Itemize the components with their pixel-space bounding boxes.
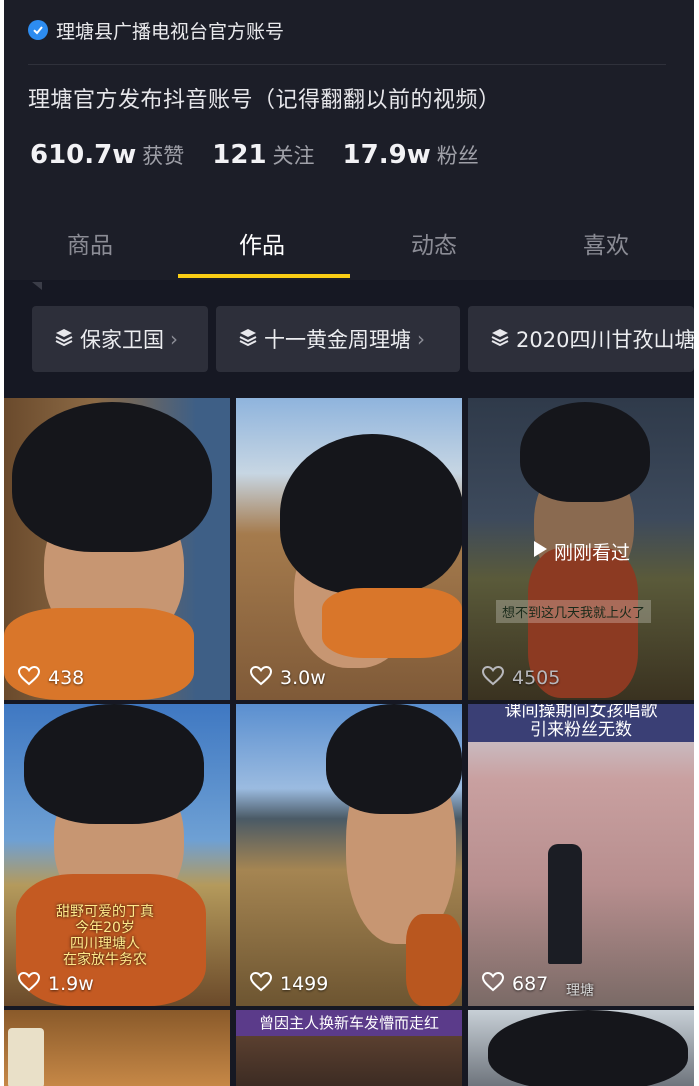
account-name-row: 理塘县广播电视台官方账号 [28, 16, 284, 44]
stat-following-count: 121 [212, 140, 267, 170]
layers-icon [54, 327, 74, 351]
like-counter: 438 [17, 665, 85, 690]
video-tile[interactable]: 3.0w [236, 398, 462, 700]
thumbnail-figure [280, 434, 462, 594]
like-counter: 3.0w [249, 665, 326, 690]
collection-label: 十一黄金周理塘 [264, 328, 411, 352]
like-counter: 1.9w [17, 971, 94, 996]
active-tab-indicator [178, 274, 350, 278]
heart-icon [17, 665, 41, 690]
recently-watched-tag: 刚刚看过 [532, 538, 630, 565]
video-caption: 理塘 [566, 983, 594, 999]
chevron-right-icon: › [417, 327, 425, 351]
thumbnail-figure [326, 704, 462, 814]
stat-followers-label: 粉丝 [436, 144, 479, 168]
verified-badge-icon [28, 20, 48, 40]
thumbnail-figure [24, 704, 204, 824]
video-tile[interactable] [4, 1010, 230, 1086]
video-tile[interactable] [468, 1010, 694, 1086]
tab-works[interactable]: 作品 [176, 212, 348, 280]
thumbnail-figure [322, 588, 462, 658]
stat-following-label: 关注 [272, 144, 315, 168]
heart-icon [481, 665, 505, 690]
thumbnail-figure [406, 914, 462, 1006]
thumbnail-figure [548, 844, 582, 964]
thumbnail-figure [12, 402, 212, 552]
like-count: 4505 [512, 667, 561, 689]
like-counter: 4505 [481, 665, 561, 690]
stat-followers[interactable]: 17.9w 粉丝 [343, 140, 479, 170]
video-tile[interactable]: 刚刚看过 想不到这几天我就上火了 4505 [468, 398, 694, 700]
profile-screen: 理塘县广播电视台官方账号 理塘官方发布抖音账号（记得翻翻以前的视频） 610.7… [4, 0, 694, 1086]
stat-likes[interactable]: 610.7w 获赞 [30, 140, 184, 170]
video-tile[interactable]: 甜野可爱的丁真 今年20岁 四川理塘人 在家放牛务农 1.9w [4, 704, 230, 1006]
like-count: 1.9w [48, 973, 94, 995]
video-caption: 甜野可爱的丁真 今年20岁 四川理塘人 在家放牛务农 [56, 904, 154, 968]
account-name: 理塘县广播电视台官方账号 [56, 20, 285, 43]
video-tile[interactable]: 1499 [236, 704, 462, 1006]
divider [28, 64, 666, 65]
collection-chip-2[interactable]: 十一黄金周理塘 › [216, 306, 460, 372]
collection-label: 2020四川甘孜山塘 [516, 328, 694, 352]
collection-chip-1[interactable]: 保家卫国 › [32, 306, 208, 372]
tab-liked[interactable]: 喜欢 [520, 212, 692, 280]
thumbnail-figure [520, 402, 650, 502]
stat-likes-count: 610.7w [30, 140, 137, 170]
video-caption: 想不到这几天我就上火了 [496, 600, 652, 623]
heart-icon [481, 971, 505, 996]
play-icon [532, 540, 548, 563]
stat-followers-count: 17.9w [342, 140, 431, 170]
profile-stats: 610.7w 获赞 121 关注 17.9w 粉丝 [30, 140, 507, 170]
heart-icon [249, 665, 273, 690]
profile-header: 理塘县广播电视台官方账号 理塘官方发布抖音账号（记得翻翻以前的视频） 610.7… [4, 0, 694, 280]
thumbnail-figure [488, 1010, 688, 1086]
video-tile[interactable]: 曾因主人换新车发懵而走红 [236, 1010, 462, 1086]
collection-label: 保家卫国 [80, 328, 164, 352]
layers-icon [238, 327, 258, 351]
stat-likes-label: 获赞 [142, 144, 185, 168]
like-counter: 1499 [249, 971, 329, 996]
profile-tabs: 商品 作品 动态 喜欢 [4, 212, 694, 280]
collection-chip-3[interactable]: 2020四川甘孜山塘 [468, 306, 694, 372]
like-count: 3.0w [280, 667, 326, 689]
like-count: 687 [512, 973, 549, 995]
layers-icon [490, 327, 510, 351]
video-tile[interactable]: 438 [4, 398, 230, 700]
thumbnail-figure [8, 1028, 44, 1086]
tab-products[interactable]: 商品 [4, 212, 176, 280]
stat-following[interactable]: 121 关注 [212, 140, 314, 170]
like-counter: 687 [481, 971, 549, 996]
video-banner: 课间操期间女孩唱歌 引来粉丝无数 [468, 704, 694, 742]
like-count: 1499 [280, 973, 329, 995]
scroll-indicator [32, 282, 42, 290]
video-banner: 曾因主人换新车发懵而走红 [236, 1010, 462, 1036]
profile-bio: 理塘官方发布抖音账号（记得翻翻以前的视频） [28, 88, 501, 113]
like-count: 438 [48, 667, 85, 689]
tab-activity[interactable]: 动态 [348, 212, 520, 280]
heart-icon [17, 971, 41, 996]
chevron-right-icon: › [170, 327, 178, 351]
recently-watched-label: 刚刚看过 [554, 542, 631, 564]
heart-icon [249, 971, 273, 996]
video-tile[interactable]: 课间操期间女孩唱歌 引来粉丝无数 理塘 687 [468, 704, 694, 1006]
